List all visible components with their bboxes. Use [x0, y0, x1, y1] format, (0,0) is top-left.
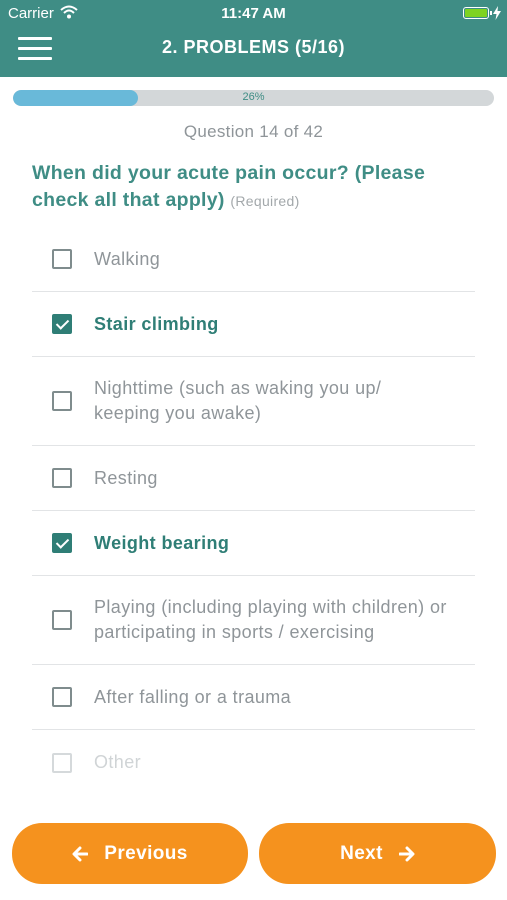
option-walking[interactable]: Walking: [32, 227, 475, 292]
page-title: 2. PROBLEMS (5/16): [161, 37, 346, 57]
option-resting[interactable]: Resting: [32, 446, 475, 511]
option-other[interactable]: Other: [32, 730, 475, 795]
checkbox[interactable]: [52, 610, 72, 630]
battery-icon: [463, 7, 492, 19]
checkbox[interactable]: [52, 752, 72, 773]
question-counter: Question 14 of 42: [183, 122, 324, 141]
option-label: After falling or a trauma: [94, 686, 292, 707]
next-button[interactable]: Next: [259, 823, 496, 884]
checkbox[interactable]: [52, 314, 72, 334]
previous-button[interactable]: Previous: [12, 823, 248, 884]
charging-icon: [493, 6, 501, 20]
option-nighttime[interactable]: Nighttime (such as waking you up/ keepin…: [32, 357, 475, 446]
required-label: (Required): [230, 193, 300, 209]
progress-label: 26%: [242, 91, 265, 103]
progress-bar: 26%: [13, 90, 494, 106]
option-label: Playing (including playing with children…: [94, 597, 447, 642]
option-playing[interactable]: Playing (including playing with children…: [32, 576, 475, 665]
option-label: Other: [94, 752, 142, 772]
option-label: Nighttime (such as waking you up/ keepin…: [94, 378, 382, 423]
checkbox[interactable]: [52, 533, 72, 553]
option-label: Walking: [94, 248, 161, 269]
checkbox[interactable]: [52, 249, 72, 269]
option-stair-climbing[interactable]: Stair climbing: [32, 292, 475, 357]
arrow-right-icon: [398, 846, 415, 861]
status-bar: Carrier 11:47 AM: [0, 0, 507, 28]
status-time: 11:47 AM: [221, 5, 286, 22]
checkbox[interactable]: [52, 468, 72, 488]
previous-label: Previous: [104, 842, 188, 864]
options-list: Walking Stair climbing Nighttime (such a…: [32, 227, 475, 795]
option-label: Weight bearing: [94, 532, 230, 553]
option-weight-bearing[interactable]: Weight bearing: [32, 511, 475, 576]
next-label: Next: [340, 842, 383, 864]
app-header: Carrier 11:47 AM 2. PROBLEMS (5/16): [0, 0, 507, 77]
option-label: Resting: [94, 467, 158, 488]
option-label: Stair climbing: [94, 313, 219, 334]
arrow-left-icon: [72, 846, 89, 861]
question-text: When did your acute pain occur? (Please …: [32, 160, 477, 215]
checkbox[interactable]: [52, 687, 72, 707]
option-after-falling[interactable]: After falling or a trauma: [32, 665, 475, 730]
question-prompt: When did your acute pain occur? (Please …: [32, 162, 426, 211]
checkbox[interactable]: [52, 391, 72, 411]
